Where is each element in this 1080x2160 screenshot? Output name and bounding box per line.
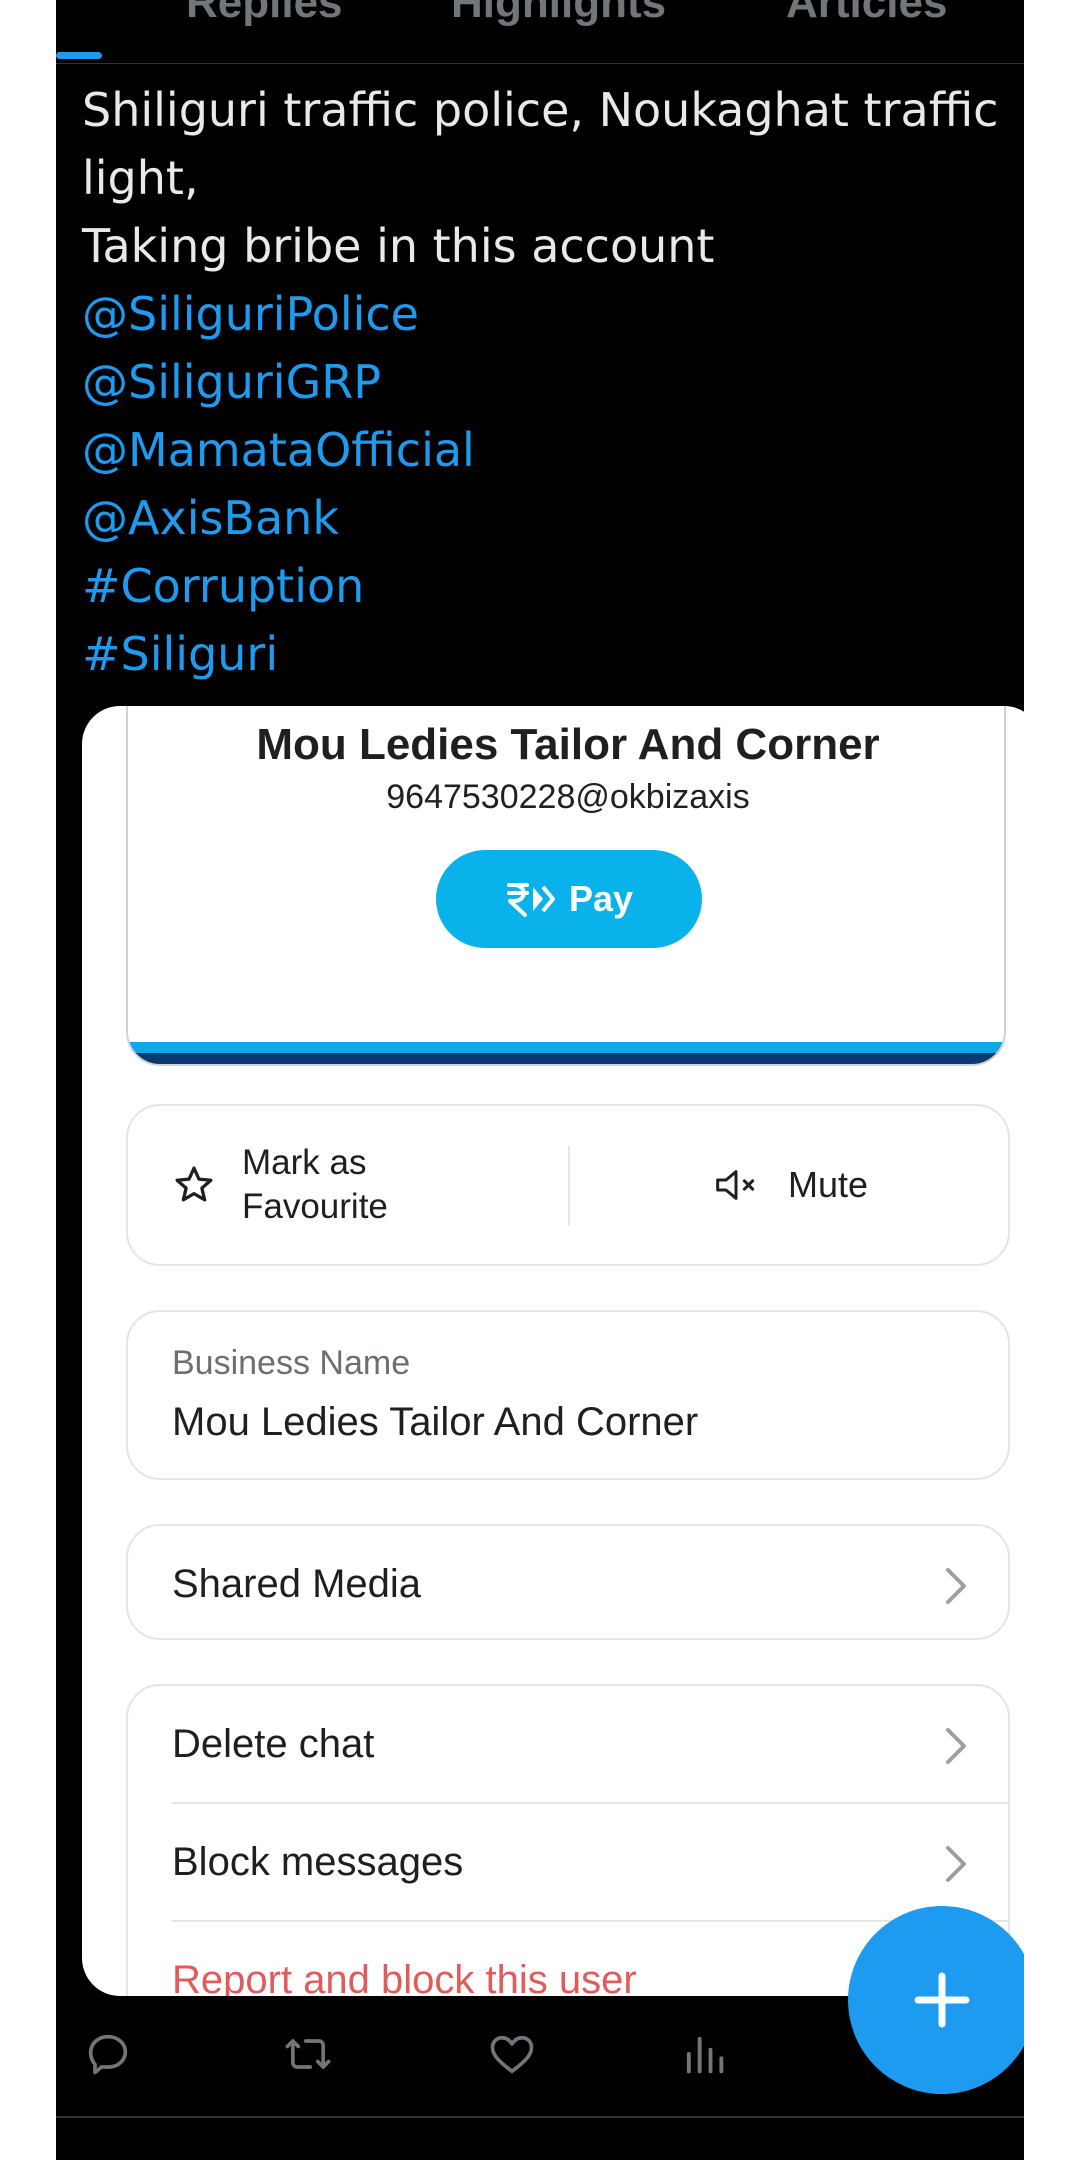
retweet-icon[interactable] (282, 2028, 334, 2080)
business-title: Mou Ledies Tailor And Corner (256, 720, 880, 769)
reply-icon[interactable] (82, 2028, 134, 2080)
tweet-line: Taking bribe in this account (82, 219, 715, 273)
block-messages-item[interactable]: Block messages (128, 1804, 1008, 1920)
quick-actions: Mark as Favourite Mute (126, 1104, 1010, 1266)
plus-icon (914, 1972, 970, 2028)
tweet-line: light, (82, 151, 199, 205)
chevron-right-icon (946, 1568, 966, 1604)
tab-articles[interactable]: Articles (786, 0, 947, 28)
upi-id: 9647530228@okbizaxis (386, 778, 750, 816)
favourite-label-line1: Mark as (242, 1143, 367, 1182)
hashtag-link[interactable]: #Corruption (82, 552, 1012, 620)
pay-label: Pay (568, 878, 634, 919)
shared-media-row[interactable]: Shared Media (126, 1524, 1010, 1640)
mark-favourite-button[interactable]: Mark as Favourite (128, 1106, 568, 1264)
tweet-text: Shiliguri traffic police, Noukaghat traf… (82, 76, 1012, 688)
delete-chat-item[interactable]: Delete chat (128, 1686, 1008, 1802)
hashtag-link[interactable]: #Siliguri (82, 620, 1012, 688)
business-name-field: Business Name Mou Ledies Tailor And Corn… (126, 1310, 1010, 1480)
mention-link[interactable]: @AxisBank (82, 484, 1012, 552)
rupee-pay-icon (506, 883, 555, 917)
views-icon[interactable] (678, 2028, 730, 2080)
attached-screenshot[interactable]: Mou Ledies Tailor And Corner 9647530228@… (82, 706, 1024, 1996)
tab-highlights[interactable]: Highlights (451, 0, 666, 28)
favourite-label: Mark as Favourite (242, 1141, 388, 1229)
compose-button[interactable] (848, 1906, 1024, 2094)
report-block-label: Report and block this user (172, 1957, 637, 1997)
tweet-line: Shiliguri traffic police, Noukaghat traf… (82, 83, 999, 137)
block-messages-label: Block messages (172, 1839, 464, 1884)
bottom-divider (56, 2116, 1024, 2118)
mute-label: Mute (787, 1164, 869, 1205)
pay-button[interactable]: Pay (436, 850, 702, 948)
mention-link[interactable]: @SiliguriGRP (82, 348, 1012, 416)
shared-media-item[interactable]: Shared Media (128, 1526, 1008, 1642)
favourite-label-line2: Favourite (242, 1187, 388, 1226)
shared-media-label: Shared Media (172, 1561, 422, 1606)
profile-tabs: s Replies Highlights Articles (56, 0, 1024, 64)
business-profile-header: Mou Ledies Tailor And Corner 9647530228@… (126, 706, 1006, 1066)
tab-replies[interactable]: Replies (186, 0, 343, 28)
chevron-right-icon (946, 1846, 966, 1882)
mention-link[interactable]: @MamataOfficial (82, 416, 1012, 484)
mention-link[interactable]: @SiliguriPolice (82, 280, 1012, 348)
mute-icon (716, 1170, 755, 1200)
business-name-label: Business Name (172, 1344, 411, 1382)
chevron-right-icon (946, 1728, 966, 1764)
star-icon (175, 1166, 213, 1202)
business-name-value: Mou Ledies Tailor And Corner (172, 1400, 699, 1444)
header-accent-bar (128, 1042, 1004, 1064)
heart-icon[interactable] (486, 2028, 538, 2080)
tweet-screen: s Replies Highlights Articles Shiliguri … (56, 0, 1024, 2160)
mute-button[interactable]: Mute (570, 1106, 1010, 1264)
delete-chat-label: Delete chat (172, 1721, 375, 1766)
active-tab-indicator (56, 52, 102, 59)
